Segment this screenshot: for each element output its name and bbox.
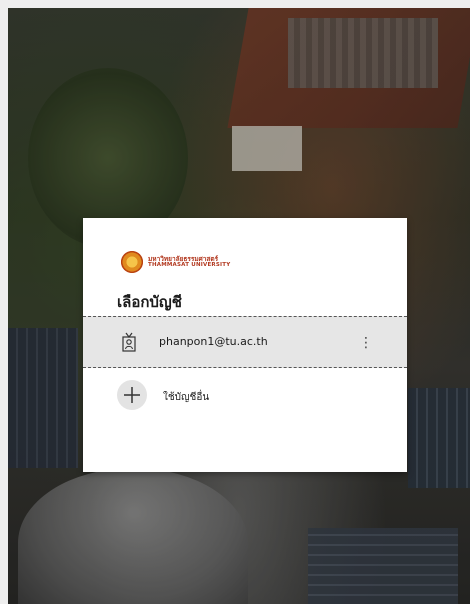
more-options-icon[interactable]: ⋮ [359,329,373,357]
account-tile[interactable]: phanpon1@tu.ac.th ⋮ [83,316,407,368]
university-logo: มหาวิทยาลัยธรรมศาสตร์ THAMMASAT UNIVERSI… [121,250,230,274]
account-badge-icon [121,331,137,353]
account-picker-card: มหาวิทยาลัยธรรมศาสตร์ THAMMASAT UNIVERSI… [83,218,407,472]
use-another-account-button[interactable]: ใช้บัญชีอื่น [83,378,407,418]
account-email: phanpon1@tu.ac.th [159,335,268,348]
page-title: เลือกบัญชี [117,293,182,311]
use-another-account-label: ใช้บัญชีอื่น [163,392,210,403]
university-seal-icon [121,251,143,273]
logo-text: มหาวิทยาลัยธรรมศาสตร์ THAMMASAT UNIVERSI… [148,255,231,269]
logo-english-name: THAMMASAT UNIVERSITY [148,262,231,268]
plus-icon [117,380,147,410]
